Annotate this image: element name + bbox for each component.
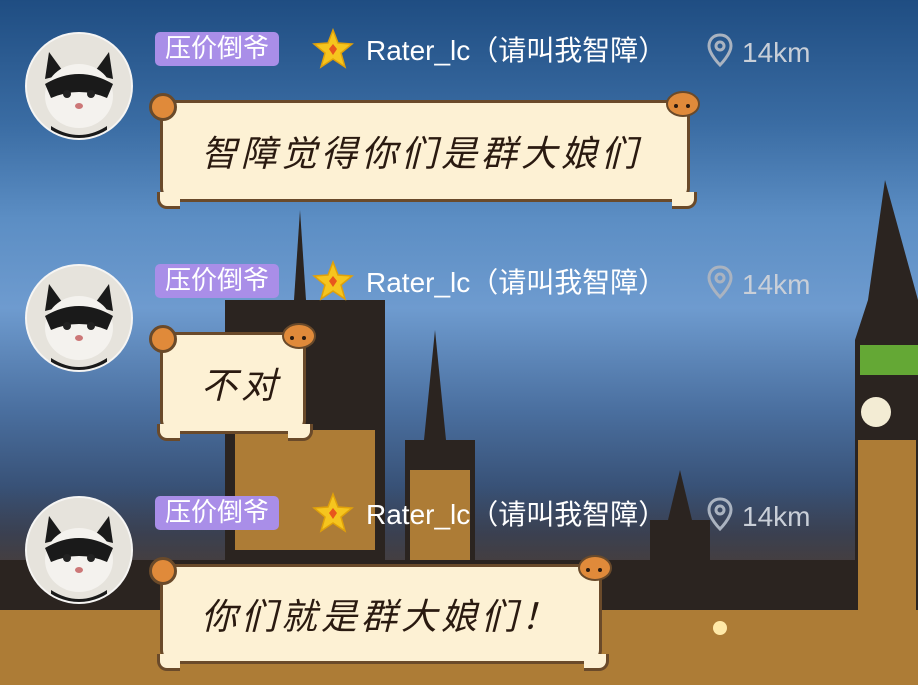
distance-label: 14km	[742, 37, 811, 68]
message-text: 智障觉得你们是群大娘们	[201, 134, 642, 175]
distance-label: 14km	[742, 501, 811, 532]
user-title-badge: 压价倒爷	[155, 496, 280, 530]
username[interactable]: Rater_lc（请叫我智障）	[366, 263, 666, 303]
bubble-cat-face-icon	[666, 91, 700, 117]
message-bubble[interactable]: 你们就是群大娘们！	[149, 555, 612, 671]
username[interactable]: Rater_lc（请叫我智障）	[366, 495, 666, 535]
location-pin-icon	[707, 265, 733, 299]
user-title-badge: 压价倒爷	[155, 32, 280, 66]
user-title-badge: 压价倒爷	[155, 264, 280, 298]
cat-avatar-icon[interactable]	[25, 264, 133, 372]
star-icon	[312, 28, 354, 69]
star-icon	[312, 492, 354, 533]
star-icon	[312, 260, 354, 301]
bubble-cat-ear-icon	[149, 325, 177, 353]
bubble-cat-face-icon	[282, 323, 316, 349]
chat-message: 压价倒爷 Rater_lc（请叫我智障） 14km 不对	[0, 232, 918, 462]
cat-avatar-icon[interactable]	[25, 32, 133, 140]
message-bubble[interactable]: 智障觉得你们是群大娘们	[149, 91, 700, 209]
cat-avatar-icon[interactable]	[25, 496, 133, 604]
username[interactable]: Rater_lc（请叫我智障）	[366, 31, 666, 71]
bubble-cat-ear-icon	[149, 557, 177, 585]
chat-message: 压价倒爷 Rater_lc（请叫我智障） 14km 你们就是群大娘们！	[0, 464, 918, 685]
message-text: 你们就是群大娘们！	[201, 597, 562, 638]
bubble-cat-face-icon	[578, 555, 612, 581]
distance-label: 14km	[742, 269, 811, 300]
bubble-cat-ear-icon	[149, 93, 177, 121]
message-text: 不对	[201, 366, 282, 407]
location-pin-icon	[707, 497, 733, 531]
message-bubble[interactable]: 不对	[149, 323, 316, 441]
location-pin-icon	[707, 33, 733, 67]
chat-message: 压价倒爷 Rater_lc（请叫我智障） 14km 智障觉得你们是群大娘们	[0, 0, 918, 230]
